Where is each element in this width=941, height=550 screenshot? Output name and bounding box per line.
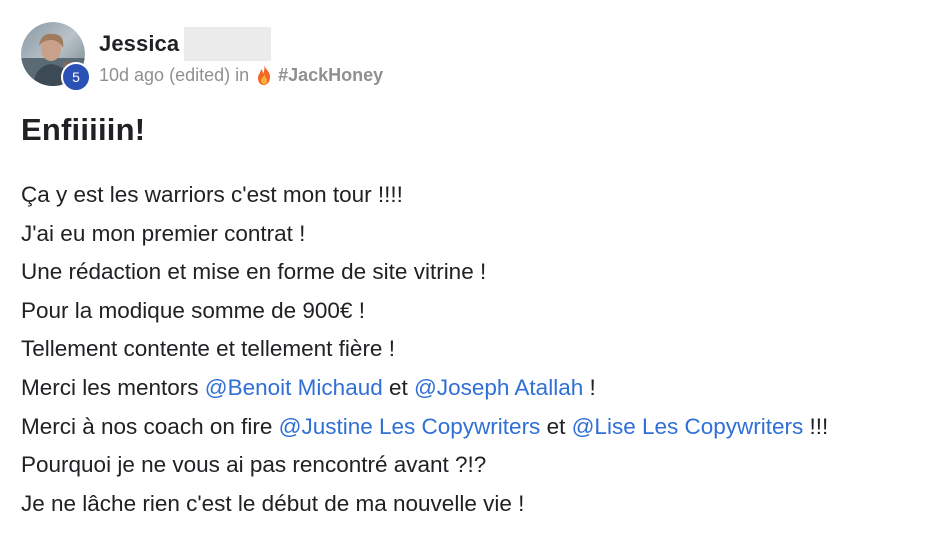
- mention-benoit-michaud[interactable]: @Benoit Michaud: [205, 375, 383, 400]
- mention-justine-les-copywriters[interactable]: @Justine Les Copywriters: [279, 414, 541, 439]
- in-label: in: [235, 64, 250, 85]
- post-meta: 10d ago (edited) in #JackHoney: [99, 62, 383, 88]
- post-line-1: Ça y est les warriors c'est mon tour !!!…: [21, 182, 403, 207]
- author-row: Jessica: [99, 27, 272, 61]
- post-line-7-text-b: et: [540, 413, 572, 439]
- post-line-7-text-a: Merci à nos coach on fire: [21, 413, 279, 439]
- post-line-6-text-a: Merci les mentors: [21, 374, 205, 400]
- community-post: 5 Jessica 10d ago (edited) in #JackHoney…: [0, 0, 941, 550]
- post-line-3: Une rédaction et mise en forme de site v…: [21, 259, 487, 285]
- level-badge: 5: [61, 62, 91, 92]
- author-name[interactable]: Jessica: [99, 31, 179, 57]
- fire-icon: [258, 65, 271, 85]
- post-line-7: Merci à nos coach on fire @Justine Les C…: [21, 408, 936, 447]
- post-body: Ça y est les warriors c'est mon tour !!!…: [21, 176, 936, 523]
- author-avatar-container[interactable]: 5: [21, 22, 91, 92]
- post-line-6-text-c: !: [583, 374, 596, 400]
- post-line-4: Pour la modique somme de 900€ !: [21, 297, 365, 323]
- redacted-name-block: [184, 27, 272, 61]
- post-line-8: Pourquoi je ne vous ai pas rencontré ava…: [21, 452, 487, 478]
- mention-lise-les-copywriters[interactable]: @Lise Les Copywriters: [572, 414, 804, 439]
- post-line-6-text-b: et: [382, 374, 415, 400]
- mention-joseph-atallah[interactable]: @Joseph Atallah: [414, 375, 583, 400]
- post-line-5: Tellement contente et tellement fière !: [21, 336, 395, 362]
- post-title: Enfiiiiin!: [21, 112, 146, 147]
- post-timestamp[interactable]: 10d ago: [99, 65, 164, 86]
- post-line-7-text-c: !!!: [803, 413, 829, 439]
- post-line-6: Merci les mentors @Benoit Michaud et @Jo…: [21, 369, 936, 408]
- post-line-9: Je ne lâche rien c'est le début de ma no…: [21, 490, 525, 516]
- edited-label: (edited): [169, 64, 231, 85]
- post-line-2: J'ai eu mon premier contrat !: [21, 220, 306, 246]
- channel-link[interactable]: #JackHoney: [278, 65, 383, 86]
